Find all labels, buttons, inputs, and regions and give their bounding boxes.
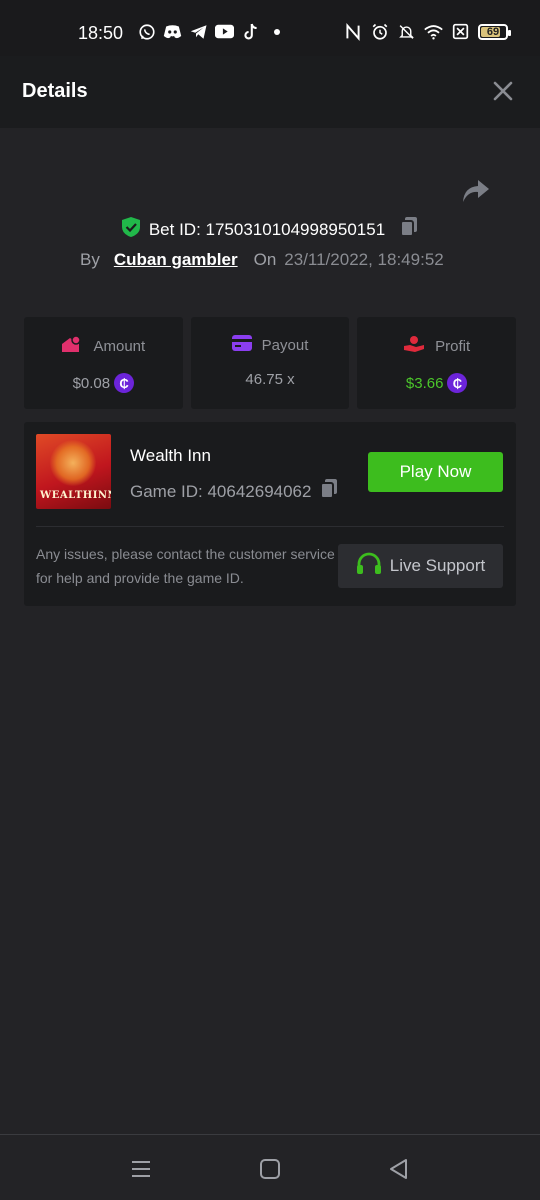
details-header: Details — [0, 56, 540, 128]
notification-icons — [137, 22, 286, 41]
amount-label: Amount — [93, 337, 146, 355]
stat-profit: Profit $3.66 ₵ — [357, 317, 517, 409]
game-name[interactable]: Wealth Inn — [130, 446, 211, 466]
system-icons: 69 — [343, 22, 511, 41]
status-time: 18:50 — [78, 23, 124, 43]
stat-amount: Amount $0.08 ₵ — [24, 317, 183, 409]
status-bar: 18:50 69 — [0, 0, 540, 56]
user-link[interactable]: Cuban gambler — [114, 250, 238, 270]
share-button[interactable] — [462, 178, 490, 206]
card-icon — [231, 335, 252, 355]
game-id-row: Game ID: 40642694062 — [130, 478, 339, 505]
stat-payout: Payout 46.75 x — [190, 317, 350, 409]
battery-icon: 69 — [478, 23, 511, 40]
wifi-icon — [424, 22, 443, 41]
bet-stats: Amount $0.08 ₵ Payout 46.75 x Profit $3.… — [24, 317, 517, 409]
home-button[interactable] — [258, 1157, 282, 1181]
help-text: Any issues, please contact the customer … — [36, 546, 335, 586]
share-icon — [463, 180, 489, 202]
tiktok-icon — [241, 22, 260, 41]
youtube-icon — [215, 22, 234, 41]
payout-value: 46.75 x — [245, 371, 295, 388]
copy-bet-id-button[interactable] — [399, 216, 419, 243]
coin-icon: ₵ — [447, 373, 468, 393]
battery-level: 69 — [486, 25, 500, 38]
system-nav-bar — [0, 1134, 540, 1200]
headset-icon — [356, 552, 382, 581]
copy-icon — [320, 479, 338, 499]
profit-value: $3.66 — [405, 374, 444, 392]
verified-shield-icon — [121, 216, 141, 243]
amount-value: $0.08 — [72, 374, 111, 392]
home-square-icon — [260, 1159, 280, 1179]
alarm-icon — [370, 22, 389, 41]
bet-meta-row: By Cuban gambler On 23/11/2022, 18:49:52 — [80, 250, 444, 270]
bet-id: Bet ID: 1750310104998950151 — [148, 219, 386, 239]
page-title: Details — [22, 80, 88, 102]
more-notifications-dot-icon — [267, 22, 286, 41]
play-now-button[interactable]: Play Now — [368, 452, 503, 492]
back-button[interactable] — [387, 1157, 411, 1181]
close-button[interactable] — [492, 80, 514, 102]
game-id: Game ID: 40642694062 — [130, 481, 312, 501]
game-card: WEALTHINN Wealth Inn Game ID: 4064269406… — [24, 422, 516, 606]
recent-apps-button[interactable] — [129, 1157, 153, 1181]
on-label: On — [253, 250, 277, 269]
mute-bell-icon — [397, 22, 416, 41]
profit-hand-icon — [403, 335, 425, 357]
profit-label: Profit — [435, 337, 471, 355]
coin-icon: ₵ — [114, 373, 135, 393]
discord-icon — [163, 22, 182, 41]
nfc-icon — [343, 22, 362, 41]
whatsapp-icon — [137, 22, 156, 41]
close-icon — [493, 81, 513, 101]
copy-game-id-button[interactable] — [319, 478, 339, 505]
game-logo-text: WEALTHINN — [40, 490, 111, 501]
divider — [36, 526, 504, 527]
telegram-icon — [189, 22, 208, 41]
no-sim-icon — [451, 22, 470, 41]
live-support-label: Live Support — [389, 556, 486, 575]
game-thumbnail[interactable]: WEALTHINN — [36, 434, 111, 509]
copy-icon — [400, 217, 418, 237]
live-support-button[interactable]: Live Support — [338, 544, 503, 588]
payout-label: Payout — [261, 336, 309, 354]
by-label: By — [80, 250, 100, 269]
back-triangle-icon — [390, 1159, 407, 1179]
menu-icon — [132, 1161, 150, 1177]
amount-icon — [61, 335, 83, 357]
bet-id-row: Bet ID: 1750310104998950151 — [0, 216, 540, 243]
bet-date: 23/11/2022, 18:49:52 — [284, 250, 444, 269]
